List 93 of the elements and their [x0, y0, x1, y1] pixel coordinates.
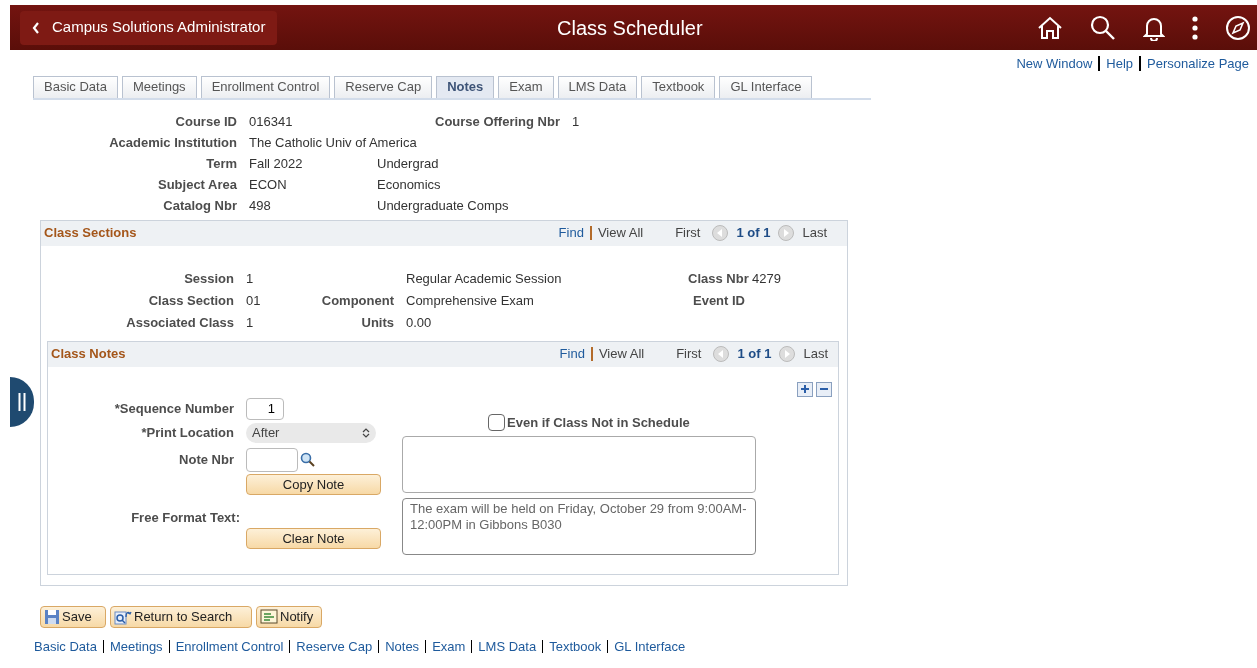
note-nbr-field[interactable]: [246, 447, 298, 472]
page-link[interactable]: Reserve Cap: [296, 636, 373, 656]
home-icon[interactable]: [1037, 15, 1063, 40]
clear-note-button[interactable]: Clear Note: [246, 528, 381, 549]
field-label: Associated Class: [125, 313, 235, 331]
more-icon[interactable]: [1192, 15, 1198, 40]
tab[interactable]: LMS Data: [557, 75, 638, 98]
field-label: Academic Institution: [108, 134, 238, 151]
page-link[interactable]: Enrollment Control: [175, 636, 284, 656]
pause-bars-icon: [18, 393, 26, 411]
checkbox[interactable]: [488, 414, 505, 431]
field-value: Regular Academic Session: [406, 269, 563, 287]
field-value: The Catholic Univ of America: [249, 134, 417, 151]
field-value: Economics: [377, 176, 441, 193]
field-label: Course Offering Nbr: [434, 113, 561, 130]
back-button[interactable]: Campus Solutions Administrator: [20, 10, 278, 45]
page-link[interactable]: GL Interface: [614, 636, 686, 656]
find-link[interactable]: Find: [559, 344, 585, 364]
tab[interactable]: Meetings: [121, 75, 197, 98]
search-icon[interactable]: [300, 452, 315, 467]
first-label: First: [675, 224, 701, 243]
header-link[interactable]: New Window: [1016, 54, 1093, 74]
side-panel-handle[interactable]: [10, 377, 34, 427]
field-value: 1: [572, 113, 580, 130]
field-value: Undergraduate Comps: [377, 197, 509, 214]
field-label: Free Format Text:: [130, 508, 241, 527]
page-title: Class Scheduler: [557, 15, 703, 41]
field-label: Units: [360, 313, 395, 331]
field-value: 1: [246, 313, 255, 331]
field-value: Undergrad: [377, 155, 439, 172]
field-value: Fall 2022: [249, 155, 304, 172]
page-link[interactable]: Textbook: [549, 636, 602, 656]
header-link[interactable]: Personalize Page: [1147, 54, 1249, 74]
tab[interactable]: Notes: [436, 75, 495, 98]
page-link[interactable]: Basic Data: [34, 636, 97, 656]
toolbar-button[interactable]: Notify: [256, 605, 322, 628]
field-label: *Sequence Number: [113, 399, 235, 418]
field-value: Comprehensive Exam: [406, 291, 535, 309]
free-format-text-area[interactable]: The exam will be held on Friday, October 29 from 9:00AM-12:00PM in Gibbons B030: [402, 497, 756, 555]
field-label: Note Nbr: [178, 450, 235, 469]
field-value: 0.00: [406, 313, 432, 331]
header-link[interactable]: Help: [1106, 54, 1134, 74]
field-label: Course ID: [174, 113, 238, 130]
toolbar-button[interactable]: Save: [40, 605, 106, 628]
toolbar-button[interactable]: Return to Search: [110, 605, 252, 628]
field-label: Class Nbr: [688, 269, 750, 287]
view-all-link[interactable]: View All: [597, 223, 644, 243]
page-link[interactable]: Notes: [385, 636, 420, 656]
chevron-updown-icon: [362, 427, 370, 438]
field-value: 498: [249, 197, 272, 214]
checkbox-label: Even if Class Not in Schedule: [507, 413, 690, 432]
compass-icon[interactable]: [1225, 14, 1251, 41]
field-label: Event ID: [692, 291, 746, 309]
field-value: ECON: [249, 176, 288, 193]
tab[interactable]: Reserve Cap: [334, 75, 433, 98]
tab[interactable]: GL Interface: [719, 75, 813, 98]
panel-title: Class Sections: [44, 224, 137, 243]
row-count: 1 of 1: [737, 345, 772, 364]
panel-title: Class Notes: [51, 345, 126, 364]
note-icon: [260, 609, 278, 624]
plus-icon: [800, 384, 810, 394]
copy-note-button[interactable]: Copy Note: [246, 473, 381, 495]
tab[interactable]: Exam: [498, 75, 554, 98]
magnifier-arrow-icon: [114, 608, 132, 625]
first-label: First: [676, 345, 702, 364]
field-label: *Print Location: [140, 423, 235, 442]
tab[interactable]: Enrollment Control: [200, 75, 331, 98]
last-label: Last: [803, 345, 828, 364]
print-location-select[interactable]: After: [246, 422, 376, 443]
page-link[interactable]: Exam: [432, 636, 466, 656]
field-label: Term: [205, 155, 238, 172]
field-label: Catalog Nbr: [162, 197, 238, 214]
field-value: 4279: [752, 269, 781, 287]
chevron-left-icon: [32, 21, 40, 34]
field-value: 016341: [249, 113, 294, 130]
tab[interactable]: Textbook: [641, 75, 716, 98]
field-value: 1: [246, 269, 255, 287]
field-label: Session: [183, 269, 235, 287]
last-label: Last: [802, 224, 827, 243]
tab[interactable]: Basic Data: [33, 75, 118, 98]
field-label: Class Section: [147, 291, 235, 309]
row-count: 1 of 1: [736, 224, 771, 243]
page-link[interactable]: Meetings: [109, 636, 163, 656]
search-icon[interactable]: [1090, 14, 1116, 41]
delete-row-button[interactable]: [816, 381, 832, 397]
view-all-link[interactable]: View All: [598, 344, 645, 364]
find-link[interactable]: Find: [558, 223, 584, 243]
field-label: Subject Area: [157, 176, 238, 193]
field-value: 01: [246, 291, 262, 309]
page-link[interactable]: LMS Data: [478, 636, 537, 656]
sequence-number-field[interactable]: 1: [246, 397, 284, 420]
field-label: Component: [320, 291, 395, 309]
add-row-button[interactable]: [797, 381, 813, 397]
